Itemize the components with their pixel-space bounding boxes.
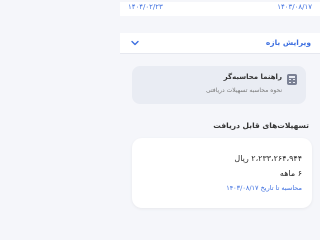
chevron-down-icon [131, 40, 139, 46]
edit-range-button[interactable]: ویرایش بازه [120, 33, 320, 54]
section-title: تسهیلات‌های قابل دریافت [213, 121, 309, 130]
guide-title: راهنما محاسبه‌گر [223, 73, 282, 81]
range-start-date: ۱۴۰۳/۰۸/۱۷ [277, 3, 312, 11]
calculator-guide-card[interactable]: راهنما محاسبه‌گر نحوه محاسبه تسهیلات دری… [132, 66, 306, 104]
facility-amount: ۲،۲۳۳،۲۶۴،۹۴۴ ریال [234, 154, 302, 163]
date-range-row: ۱۴۰۳/۰۸/۱۷ ۱۴۰۴/۰۲/۲۳ [120, 2, 320, 16]
facility-calc-note: محاسبه تا تاریخ ۱۴۰۳/۰۸/۱۷ [226, 184, 302, 192]
facility-term: ۶ ماهه [279, 169, 302, 178]
edit-range-label: ویرایش بازه [265, 38, 311, 47]
range-end-date: ۱۴۰۴/۰۲/۲۳ [128, 3, 163, 11]
facility-card[interactable]: ۲،۲۳۳،۲۶۴،۹۴۴ ریال ۶ ماهه محاسبه تا تاری… [132, 138, 312, 208]
calculator-icon [287, 74, 297, 85]
guide-subtitle: نحوه محاسبه تسهیلات دریافتی [205, 87, 282, 94]
